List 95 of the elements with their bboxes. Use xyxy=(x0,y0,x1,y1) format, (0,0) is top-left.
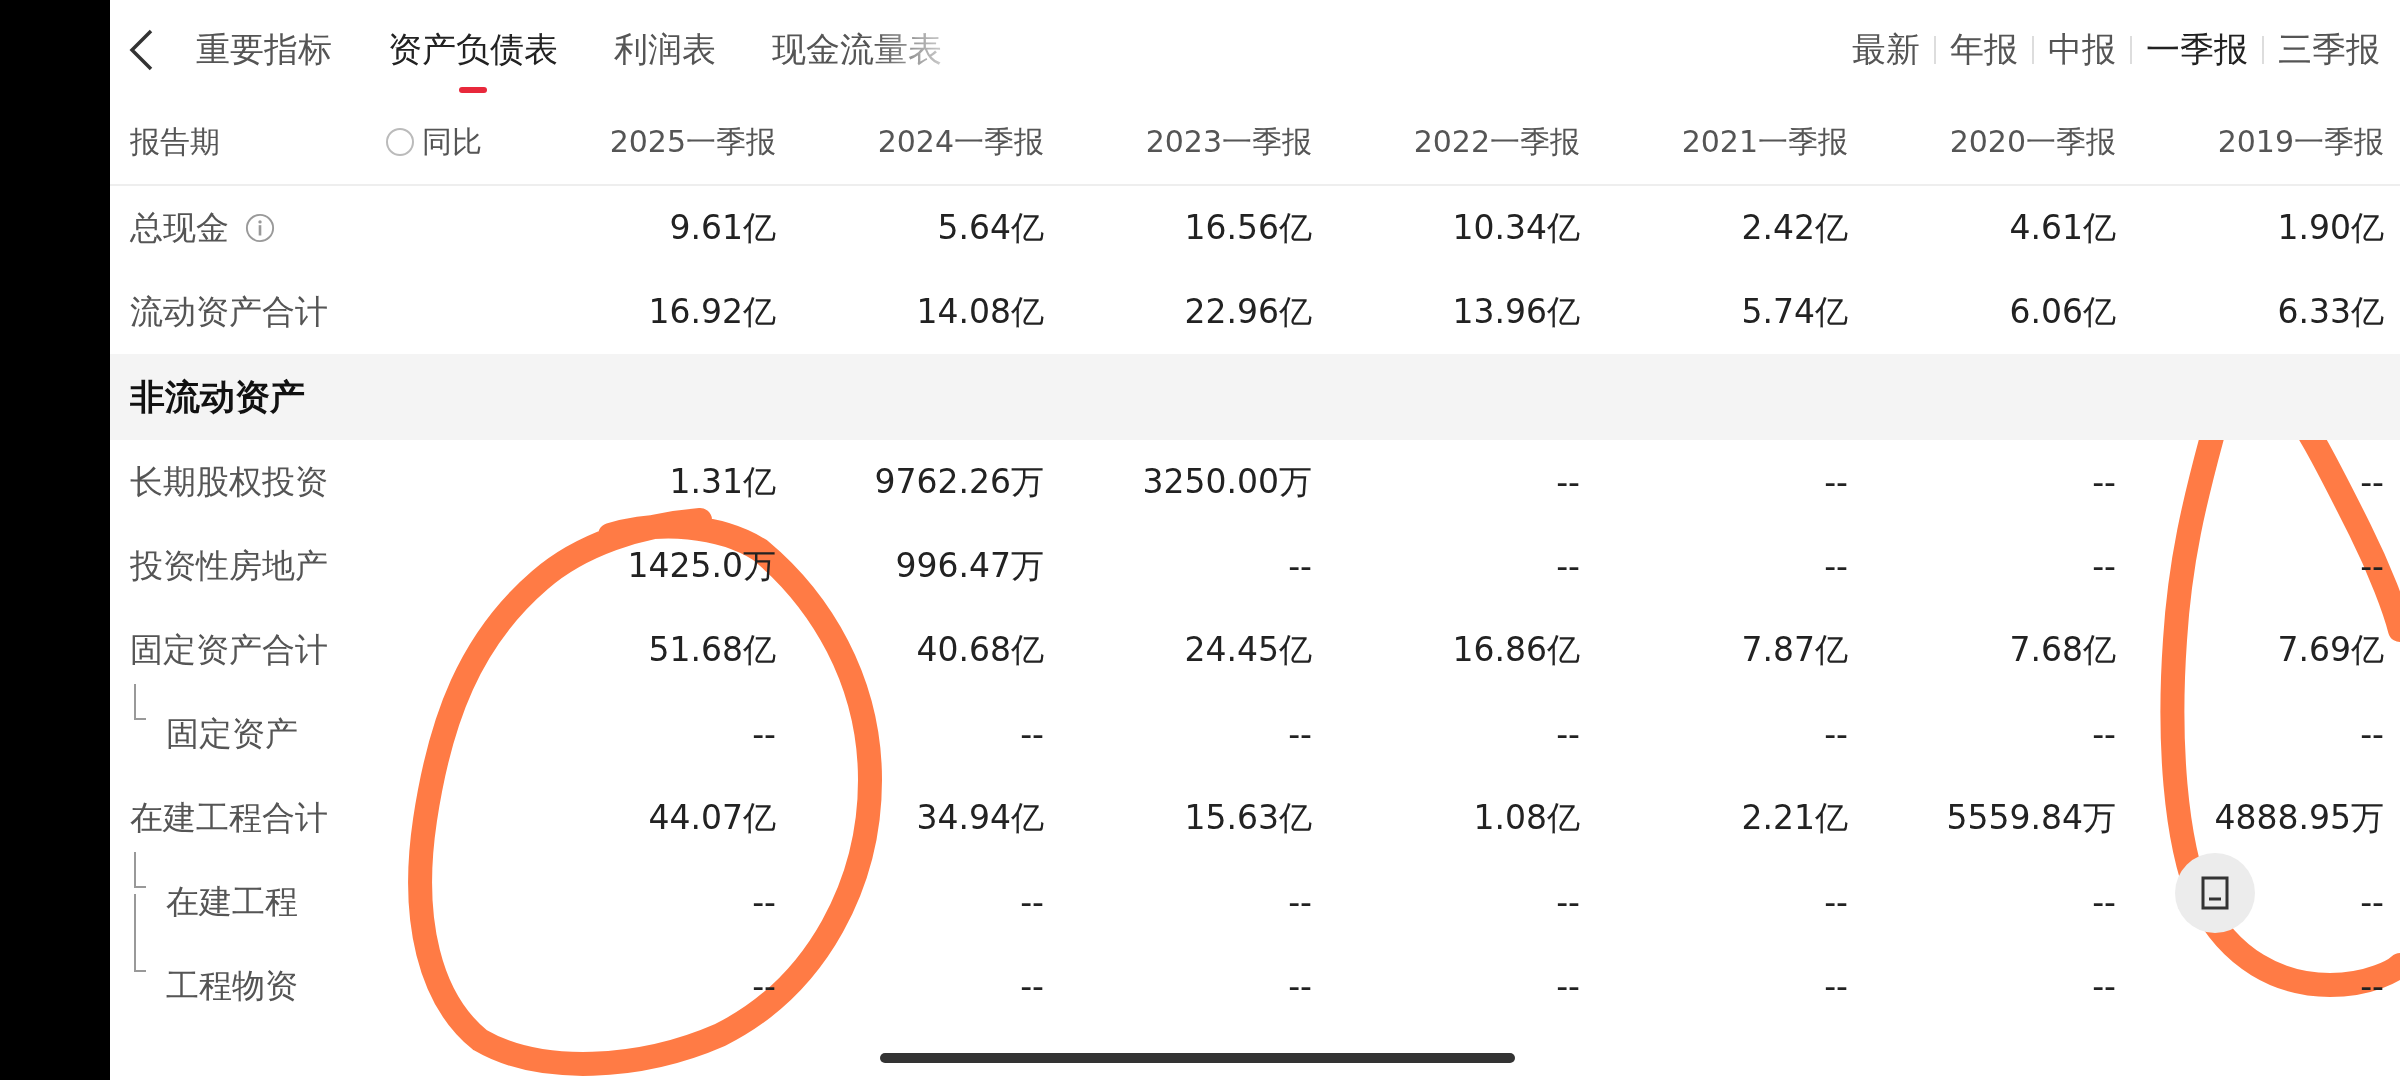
table-cell: -- xyxy=(1020,966,1044,1006)
period-tab[interactable]: 中报 xyxy=(2048,27,2116,73)
table-cell-text: 1.31亿 xyxy=(669,460,776,503)
table-cell: -- xyxy=(1020,714,1044,754)
table-cell-text: 16.92亿 xyxy=(648,290,776,333)
tree-connector xyxy=(134,684,146,720)
table-cell: -- xyxy=(1556,882,1580,922)
tab[interactable]: 资产负债表 xyxy=(388,21,558,79)
column-header: 2023一季报 xyxy=(1144,122,1312,161)
period-tab[interactable]: 年报 xyxy=(1950,27,2018,73)
tab[interactable]: 现金流量表 xyxy=(772,21,942,79)
table-cell-text: 14.08亿 xyxy=(916,290,1044,333)
column-header: 报告期 xyxy=(129,122,220,161)
table-cell-text: 5.64亿 xyxy=(937,206,1044,249)
column-header: 2021一季报 xyxy=(1680,122,1848,161)
row-label: 长期股权投资 xyxy=(130,460,328,503)
row-label: 投资性房地产 xyxy=(130,544,328,587)
table-cell-text: 44.07亿 xyxy=(648,796,776,839)
table-cell-text: 7.68亿 xyxy=(2009,628,2116,671)
table-cell-text: 6.33亿 xyxy=(2277,290,2384,333)
table-cell: -- xyxy=(1020,882,1044,922)
row-label: 固定资产合计 xyxy=(130,628,328,671)
back-icon[interactable] xyxy=(128,28,154,72)
document-icon xyxy=(2200,875,2230,911)
table-cell-text: 51.68亿 xyxy=(648,628,776,671)
section-title: 非流动资产 xyxy=(130,375,305,419)
table-cell-text: 4.61亿 xyxy=(2009,206,2116,249)
table-cell-text: 996.47万 xyxy=(895,544,1044,587)
row-label: 总现金 xyxy=(130,206,229,249)
column-header: 2024一季报 xyxy=(876,122,1044,161)
table-cell: -- xyxy=(1824,714,1848,754)
radio-button[interactable] xyxy=(386,128,414,156)
table-cell: -- xyxy=(752,714,776,754)
table-cell: -- xyxy=(1824,966,1848,1006)
row-label: 工程物资 xyxy=(166,964,298,1007)
table-cell: -- xyxy=(1824,882,1848,922)
tab[interactable]: 重要指标 xyxy=(196,21,332,79)
table-cell: -- xyxy=(1288,882,1312,922)
table-cell: -- xyxy=(1824,546,1848,586)
table-cell-text: 1.08亿 xyxy=(1473,796,1580,839)
table-cell: -- xyxy=(1556,462,1580,502)
row-label: 在建工程合计 xyxy=(130,796,328,839)
table-cell-text: 5.74亿 xyxy=(1741,290,1848,333)
table-cell-text: 9762.26万 xyxy=(874,460,1044,503)
table-cell: -- xyxy=(1556,546,1580,586)
table-cell: -- xyxy=(2360,714,2384,754)
table-cell-text: 34.94亿 xyxy=(916,796,1044,839)
tab-indicator xyxy=(459,87,487,93)
table-cell-text: 5559.84万 xyxy=(1946,796,2116,839)
info-icon[interactable] xyxy=(245,213,275,243)
table-cell-text: 3250.00万 xyxy=(1142,460,1312,503)
table-cell: -- xyxy=(1556,714,1580,754)
table-cell-text: 24.45亿 xyxy=(1184,628,1312,671)
table-cell: -- xyxy=(1288,966,1312,1006)
table-cell: -- xyxy=(2092,882,2116,922)
table-cell-text: 7.87亿 xyxy=(1741,628,1848,671)
table-cell-text: 9.61亿 xyxy=(669,206,776,249)
table-cell: -- xyxy=(2360,882,2384,922)
table-cell: -- xyxy=(2360,462,2384,502)
table-cell-text: 16.86亿 xyxy=(1452,628,1580,671)
tab[interactable]: 利润表 xyxy=(614,21,716,79)
table-cell-text: 40.68亿 xyxy=(916,628,1044,671)
table-cell-text: 1.90亿 xyxy=(2277,206,2384,249)
table-cell-text: 2.42亿 xyxy=(1741,206,1848,249)
table-cell-text: 16.56亿 xyxy=(1184,206,1312,249)
table-cell-text: 6.06亿 xyxy=(2009,290,2116,333)
table-cell-text: 15.63亿 xyxy=(1184,796,1312,839)
table-cell: -- xyxy=(1288,546,1312,586)
table-cell: -- xyxy=(1288,714,1312,754)
column-header: 2020一季报 xyxy=(1948,122,2116,161)
radio-label[interactable]: 同比 xyxy=(422,121,482,163)
table-cell-text: 10.34亿 xyxy=(1452,206,1580,249)
row-label: 在建工程 xyxy=(166,880,298,923)
table-cell: -- xyxy=(752,882,776,922)
table-cell: -- xyxy=(2360,966,2384,1006)
table-cell: -- xyxy=(2092,546,2116,586)
column-header: 2022一季报 xyxy=(1412,122,1580,161)
table-cell: -- xyxy=(1556,966,1580,1006)
column-header: 2019一季报 xyxy=(2216,122,2384,161)
table-cell-text: 2.21亿 xyxy=(1741,796,1848,839)
period-tab[interactable]: 三季报 xyxy=(2278,27,2380,73)
period-tab[interactable]: 一季报 xyxy=(2146,27,2248,73)
table-cell-text: 4888.95万 xyxy=(2214,796,2384,839)
table-cell: -- xyxy=(2092,462,2116,502)
table-cell-text: 7.69亿 xyxy=(2277,628,2384,671)
row-label: 流动资产合计 xyxy=(130,290,328,333)
row-label: 固定资产 xyxy=(166,712,298,755)
table-cell: -- xyxy=(2092,714,2116,754)
tree-connector xyxy=(134,852,146,888)
column-header: 2025一季报 xyxy=(608,122,776,161)
table-cell-text: 22.96亿 xyxy=(1184,290,1312,333)
period-tab[interactable]: 最新 xyxy=(1852,27,1920,73)
table-cell: -- xyxy=(2092,966,2116,1006)
table-cell-text: 13.96亿 xyxy=(1452,290,1580,333)
table-cell: -- xyxy=(1824,462,1848,502)
